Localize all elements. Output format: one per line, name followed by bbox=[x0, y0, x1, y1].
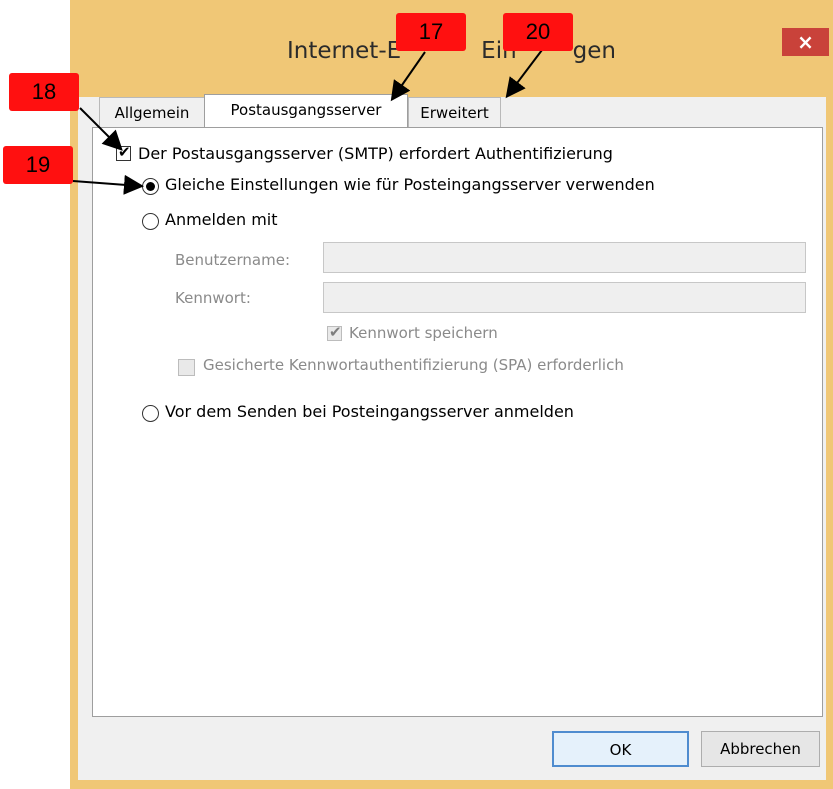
arrow-19 bbox=[72, 174, 144, 195]
badge-20: 20 bbox=[503, 13, 573, 51]
badge-17: 17 bbox=[396, 13, 466, 51]
arrow-18 bbox=[79, 107, 123, 151]
annotation-arrows bbox=[72, 49, 543, 195]
arrow-17 bbox=[390, 51, 426, 102]
badge-18: 18 bbox=[9, 73, 79, 111]
arrow-20 bbox=[505, 49, 543, 99]
badge-19: 19 bbox=[3, 146, 73, 184]
